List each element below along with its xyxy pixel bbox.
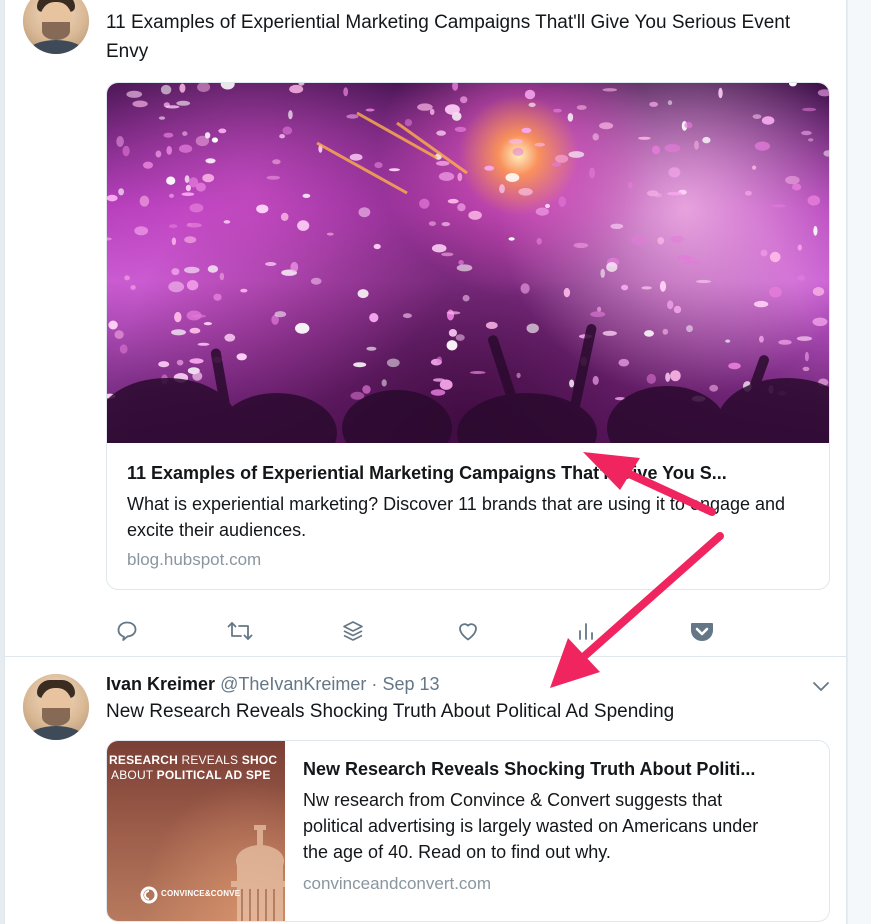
author-handle[interactable]: @TheIvanKreimer xyxy=(220,674,366,694)
analytics-icon[interactable] xyxy=(569,614,603,648)
card-image[interactable]: RESEARCH REVEALS SHOC ABOUT POLITICAL AD… xyxy=(107,741,285,921)
timeline: 11 Examples of Experiential Marketing Ca… xyxy=(4,0,847,924)
tweet-actions xyxy=(110,614,730,648)
retweet-icon[interactable] xyxy=(223,614,257,648)
tweet-divider xyxy=(5,656,846,657)
avatar[interactable] xyxy=(23,674,89,740)
card-description: What is experiential marketing? Discover… xyxy=(127,494,786,540)
link-card[interactable]: 11 Examples of Experiential Marketing Ca… xyxy=(106,82,830,590)
reply-icon[interactable] xyxy=(110,614,144,648)
link-card[interactable]: RESEARCH REVEALS SHOC ABOUT POLITICAL AD… xyxy=(106,740,830,922)
tweet-header: Ivan Kreimer @TheIvanKreimer · Sep 13 xyxy=(106,672,440,696)
page-background-strip xyxy=(848,0,871,924)
tweet-text: 11 Examples of Experiential Marketing Ca… xyxy=(106,12,791,62)
card-description: Nw research from Convince & Convert sugg… xyxy=(303,790,759,862)
tweet-text: New Research Reveals Shocking Truth Abou… xyxy=(106,701,675,722)
card-image[interactable] xyxy=(107,83,829,443)
author-name[interactable]: Ivan Kreimer xyxy=(106,674,215,694)
pocket-icon[interactable] xyxy=(685,614,719,648)
card-title[interactable]: 11 Examples of Experiential Marketing Ca… xyxy=(127,461,817,485)
heart-icon[interactable] xyxy=(451,614,485,648)
card-url[interactable]: convinceandconvert.com xyxy=(303,873,491,895)
buffer-stack-icon[interactable] xyxy=(336,614,370,648)
tweet-date[interactable]: Sep 13 xyxy=(382,674,439,694)
card-title[interactable]: New Research Reveals Shocking Truth Abou… xyxy=(303,757,823,781)
chevron-down-icon[interactable] xyxy=(810,676,832,696)
image-logo-text: CONVINCE&CONVE xyxy=(161,889,241,898)
confetti-decoration xyxy=(107,83,829,443)
card-url[interactable]: blog.hubspot.com xyxy=(127,549,261,571)
separator-dot: · xyxy=(371,674,378,694)
avatar[interactable] xyxy=(23,0,89,54)
